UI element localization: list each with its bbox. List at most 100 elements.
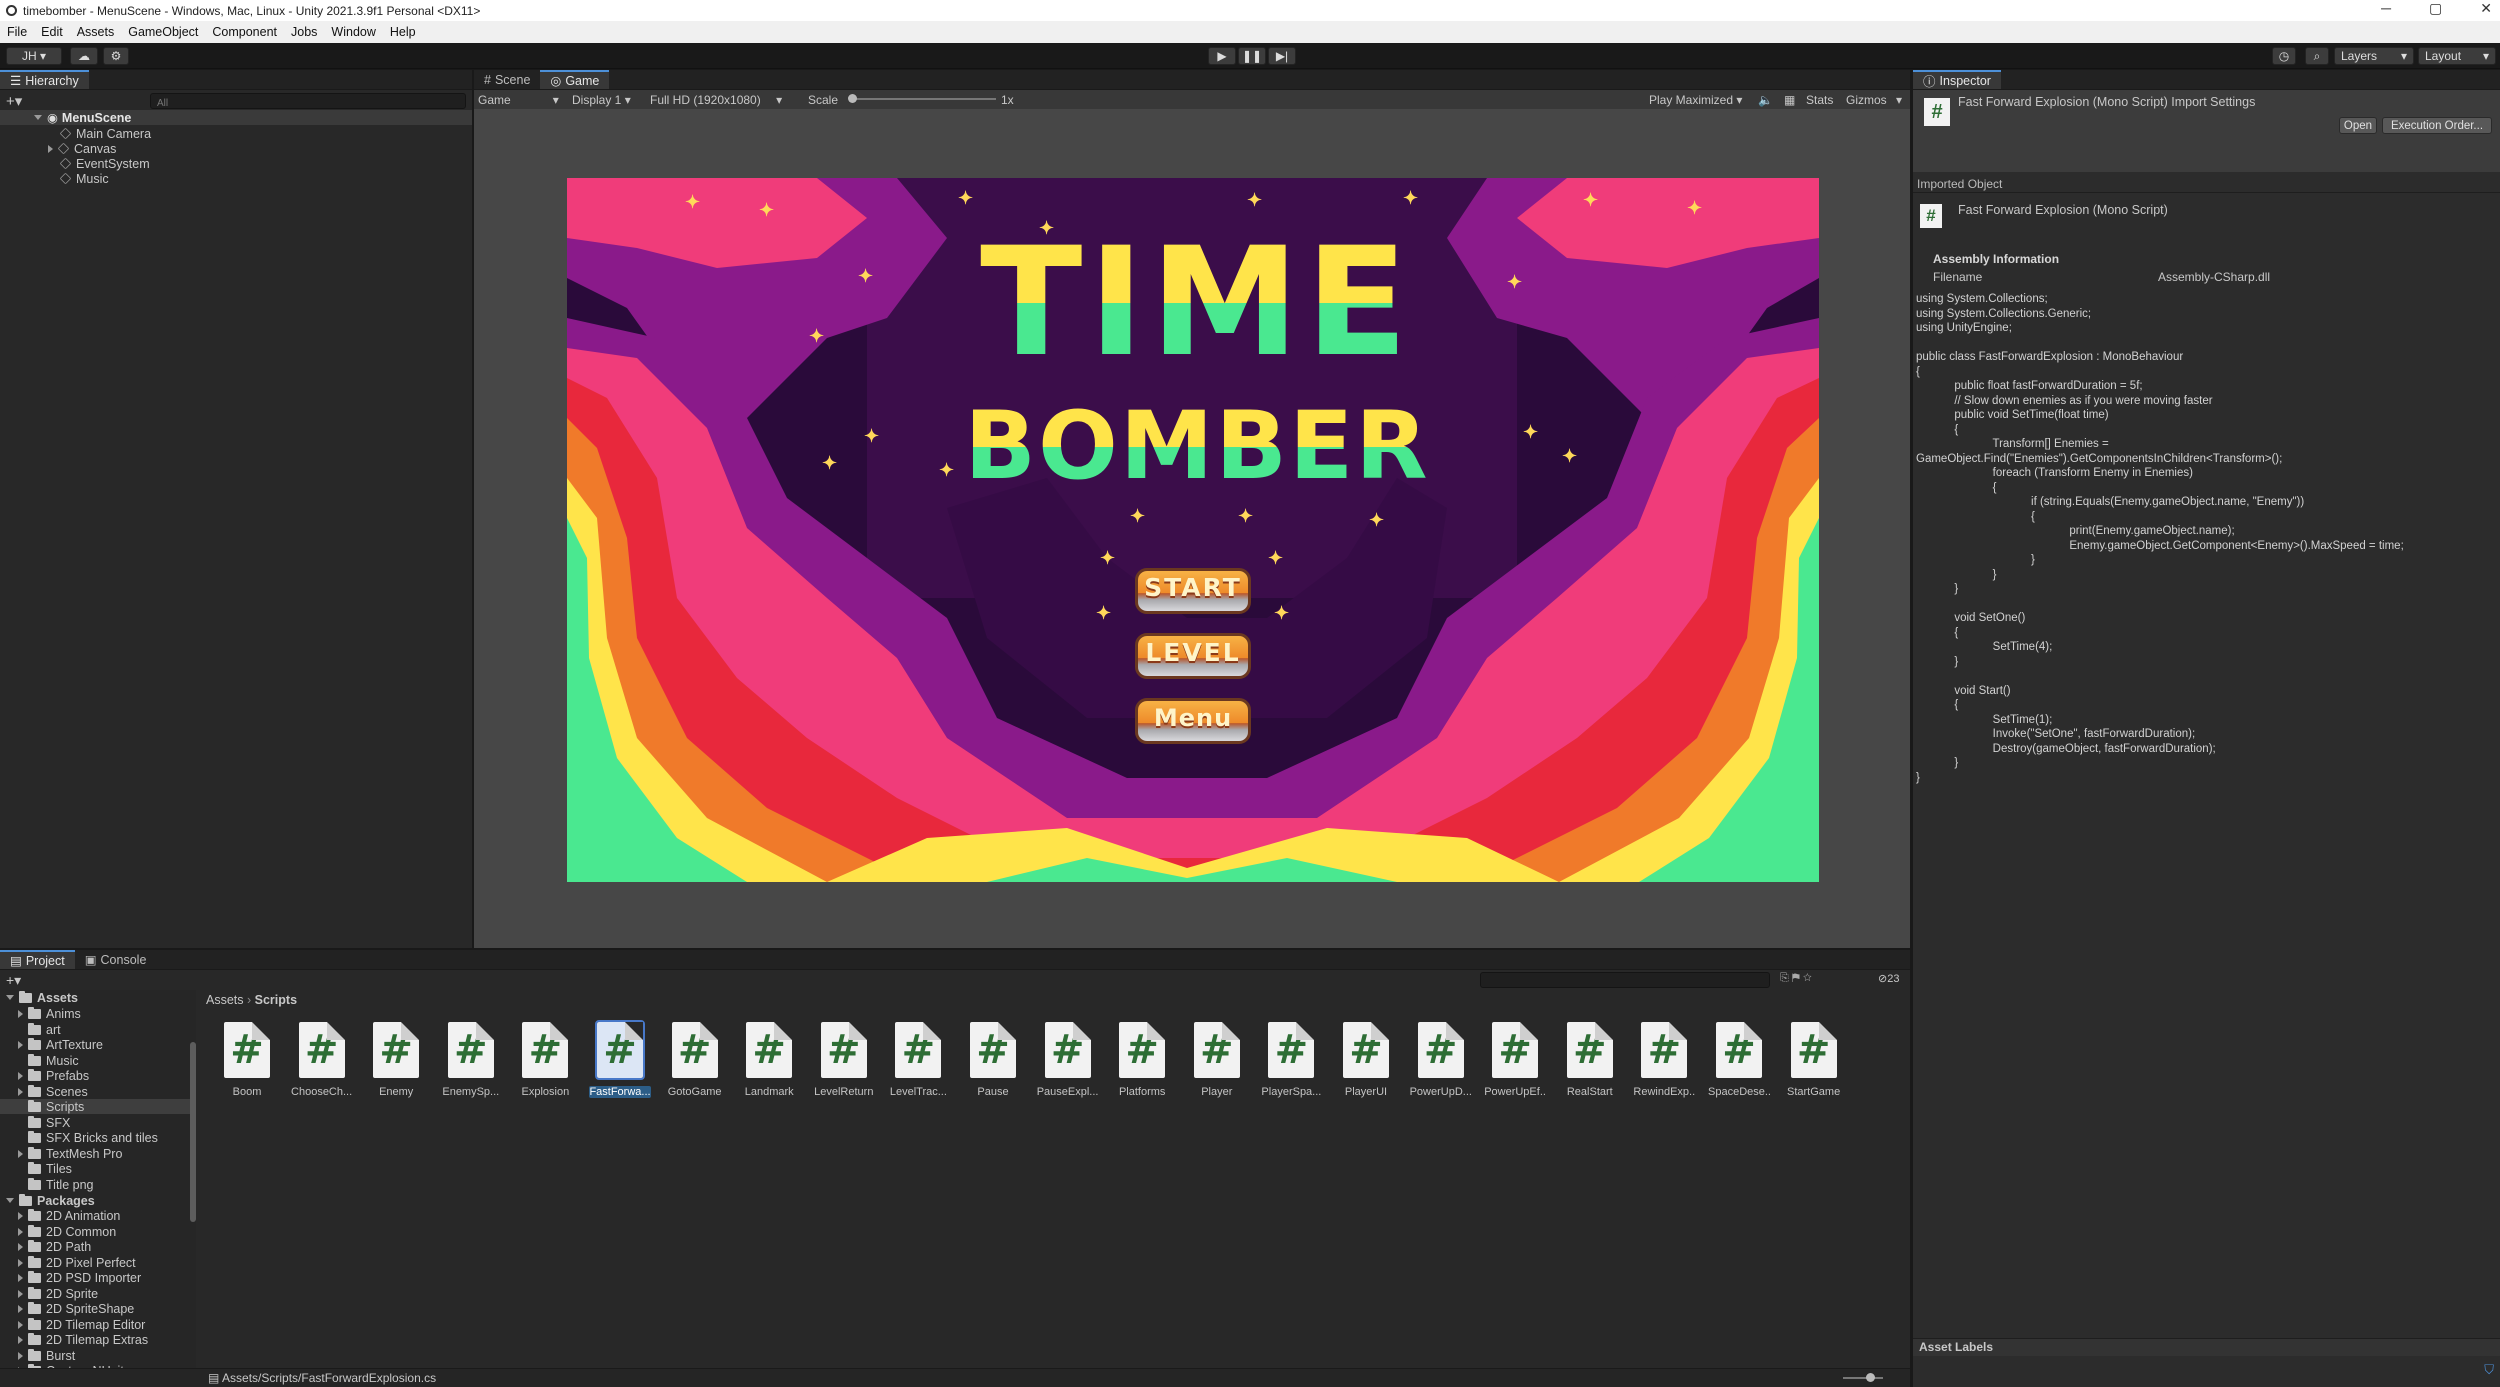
hierarchy-scene-row[interactable]: ◉ MenuScene [0,110,472,125]
tree-item[interactable]: 2D Sprite [18,1286,98,1301]
resolution-dropdown[interactable]: Full HD (1920x1080) ▾ [650,93,782,107]
start-button[interactable]: START [1135,568,1251,614]
maximize-button[interactable]: ▢ [2429,0,2442,17]
expand-arrow-icon[interactable] [18,1335,23,1344]
tag-icon[interactable]: ⛉ [2484,1362,2494,1378]
script-asset[interactable]: # PlayerSpa... [1260,1022,1322,1098]
stats-button[interactable]: Stats [1806,93,1833,107]
menu-component[interactable]: Component [205,25,284,39]
script-asset[interactable]: # Platforms [1111,1022,1173,1098]
tree-item[interactable]: 2D Path [18,1239,91,1254]
menu-help[interactable]: Help [383,25,423,39]
display-dropdown[interactable]: Display 1 ▾ [572,93,631,107]
script-asset[interactable]: # LevelTrac... [887,1022,949,1098]
tree-item[interactable]: 2D Tilemap Extras [18,1332,148,1347]
tree-item[interactable]: SFX Bricks and tiles [28,1130,158,1145]
script-asset[interactable]: # FastForwa... [589,1020,651,1098]
gizmos-dropdown[interactable]: Gizmos ▾ [1846,93,1902,107]
script-asset[interactable]: # StartGame [1783,1022,1845,1098]
tab-game[interactable]: ◎ Game [540,70,610,89]
menu-file[interactable]: File [0,25,34,39]
tree-assets-root[interactable]: Assets [6,990,78,1005]
tab-console[interactable]: ▣ Console [75,950,157,969]
project-search-input[interactable] [1480,972,1770,988]
play-button[interactable]: ▶ [1208,47,1236,65]
script-asset[interactable]: # PauseExpl... [1037,1022,1099,1098]
mute-audio-icon[interactable]: 🔈 [1758,93,1773,107]
hierarchy-item[interactable]: EventSystem [59,156,150,171]
expand-arrow-icon[interactable] [18,1320,23,1329]
search-icon[interactable]: ⌕ [2305,47,2329,65]
tree-item[interactable]: Music [28,1053,79,1068]
tree-item-selected[interactable]: Scripts [0,1099,190,1114]
open-button[interactable]: Open [2339,117,2377,134]
expand-arrow-icon[interactable] [18,1040,23,1049]
tree-item[interactable]: Title png [28,1177,93,1192]
expand-arrow-icon[interactable] [34,115,42,120]
breadcrumb-assets[interactable]: Assets [206,993,244,1007]
expand-arrow-icon[interactable] [18,1009,23,1018]
expand-arrow-icon[interactable] [18,1304,23,1313]
cloud-icon[interactable]: ☁ [70,47,98,65]
expand-arrow-icon[interactable] [48,144,53,153]
menu-edit[interactable]: Edit [34,25,70,39]
icon-size-slider[interactable] [1843,1377,1883,1379]
tree-scrollbar[interactable] [190,1042,196,1222]
scale-slider-handle[interactable] [848,94,857,103]
expand-arrow-icon[interactable] [18,1071,23,1080]
expand-arrow-icon[interactable] [18,1227,23,1236]
tree-item[interactable]: ArtTexture [18,1037,103,1052]
close-button[interactable]: ✕ [2480,0,2492,17]
tab-scene[interactable]: # Scene [474,70,540,89]
add-icon[interactable]: +▾ [6,92,22,110]
tree-item[interactable]: 2D Common [18,1224,116,1239]
script-asset[interactable]: # ChooseCh... [291,1022,353,1098]
collab-icon[interactable]: ⚙ [103,47,129,65]
tree-item[interactable]: art [28,1022,61,1037]
tree-item[interactable]: 2D Animation [18,1208,120,1223]
scale-slider[interactable] [850,98,996,100]
script-asset[interactable]: # SpaceDese... [1708,1022,1770,1098]
tree-item[interactable]: Burst [18,1348,75,1363]
history-icon[interactable]: ◷ [2272,47,2296,65]
tree-item[interactable]: Anims [18,1006,81,1021]
hierarchy-item[interactable]: Music [59,171,109,186]
layout-dropdown[interactable]: Layout ▾ [2418,47,2496,65]
script-asset[interactable]: # PlayerUI [1335,1022,1397,1098]
breadcrumb-scripts[interactable]: Scripts [255,993,297,1007]
expand-arrow-icon[interactable] [18,1273,23,1282]
tab-inspector[interactable]: ⓘ Inspector [1913,70,2001,89]
script-asset[interactable]: # Boom [216,1022,278,1098]
tree-item[interactable]: Tiles [28,1161,72,1176]
tree-item[interactable]: SFX [28,1115,70,1130]
menu-gameobject[interactable]: GameObject [121,25,205,39]
script-asset[interactable]: # EnemySp... [440,1022,502,1098]
script-asset[interactable]: # RealStart [1559,1022,1621,1098]
expand-arrow-icon[interactable] [18,1242,23,1251]
expand-arrow-icon[interactable] [6,1198,14,1203]
expand-arrow-icon[interactable] [18,1258,23,1267]
tree-item[interactable]: Prefabs [18,1068,89,1083]
hierarchy-search-input[interactable]: All [150,93,466,109]
tree-item[interactable]: Scenes [18,1084,88,1099]
script-asset[interactable]: # Pause [962,1022,1024,1098]
menu-window[interactable]: Window [324,25,382,39]
menu-jobs[interactable]: Jobs [284,25,324,39]
tab-project[interactable]: ▤ Project [0,950,75,969]
add-asset-icon[interactable]: +▾ [6,972,21,989]
script-asset[interactable]: # PowerUpD... [1410,1022,1472,1098]
menu-button[interactable]: Menu [1135,698,1251,744]
play-maximized-dropdown[interactable]: Play Maximized ▾ [1649,93,1742,107]
script-asset[interactable]: # Enemy [365,1022,427,1098]
script-asset[interactable]: # GotoGame [664,1022,726,1098]
tree-packages-root[interactable]: Packages [6,1193,95,1208]
step-button[interactable]: ▶| [1268,47,1296,65]
menu-assets[interactable]: Assets [70,25,122,39]
account-dropdown[interactable]: JH ▾ [6,47,62,65]
minimize-button[interactable]: ─ [2381,0,2391,17]
script-asset[interactable]: # Player [1186,1022,1248,1098]
expand-arrow-icon[interactable] [18,1289,23,1298]
icon-size-slider-handle[interactable] [1866,1373,1875,1382]
expand-arrow-icon[interactable] [18,1211,23,1220]
tree-item[interactable]: 2D Tilemap Editor [18,1317,145,1332]
